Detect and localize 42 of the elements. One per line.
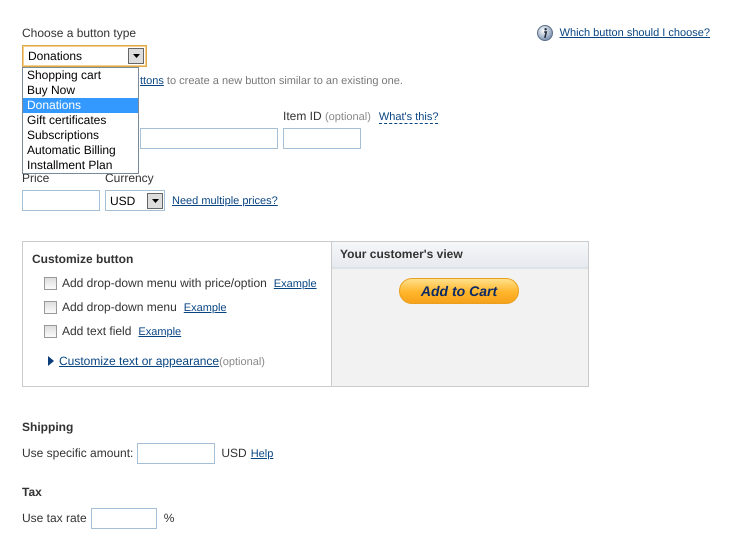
section-title: Shipping	[22, 420, 74, 434]
field-label: Price	[22, 171, 50, 186]
preview-header: Your customer's view	[332, 242, 588, 269]
checkbox[interactable]	[44, 301, 57, 314]
help-link[interactable]: Which button should I choose?	[560, 27, 710, 39]
currency-select[interactable]: USD	[105, 190, 165, 211]
example-link[interactable]: Example	[138, 326, 182, 338]
add-to-cart-button[interactable]: Add to Cart	[399, 278, 519, 304]
caret-icon	[152, 198, 158, 202]
button-type-select[interactable]: Donations	[22, 45, 147, 67]
info-icon	[536, 25, 553, 41]
unit-label: %	[164, 511, 174, 526]
optional-note: (optional)	[325, 111, 371, 123]
customize-link[interactable]: Customize text or appearance	[59, 354, 220, 368]
option-label: Add text field	[62, 324, 132, 339]
expand-arrow-icon[interactable]	[48, 356, 55, 366]
option-label: Add drop-down menu	[62, 300, 177, 315]
link[interactable]: ttons	[140, 75, 164, 87]
field-label: Choose a button type	[22, 26, 136, 40]
shipping-field[interactable]	[137, 443, 216, 464]
field-label: Use specific amount:	[22, 446, 134, 461]
field-label: Item ID	[283, 109, 322, 123]
multiple-prices-link[interactable]: Need multiple prices?	[172, 195, 278, 207]
field-label: Use tax rate	[22, 511, 87, 526]
price-field[interactable]	[22, 190, 100, 211]
section-title: Tax	[22, 485, 43, 499]
name-field[interactable]	[140, 128, 278, 149]
option-label: Add drop-down menu with price/option	[62, 276, 267, 291]
field-label: Currency	[105, 171, 155, 186]
hint-text: to create a new button similar to an existing one.	[166, 75, 403, 87]
example-link[interactable]: Example	[274, 278, 317, 290]
checkbox[interactable]	[44, 277, 57, 290]
help-link[interactable]: Help	[250, 448, 274, 460]
unit-label: USD	[221, 446, 247, 461]
tax-field[interactable]	[90, 508, 157, 529]
section-title: Customize button	[32, 252, 134, 266]
caret-icon	[132, 54, 140, 58]
item-id-field[interactable]	[283, 128, 361, 149]
optional-note: (optional)	[219, 356, 265, 368]
example-link[interactable]: Example	[184, 302, 227, 314]
checkbox[interactable]	[44, 325, 57, 338]
whats-this-link[interactable]: What's this?	[378, 111, 438, 124]
